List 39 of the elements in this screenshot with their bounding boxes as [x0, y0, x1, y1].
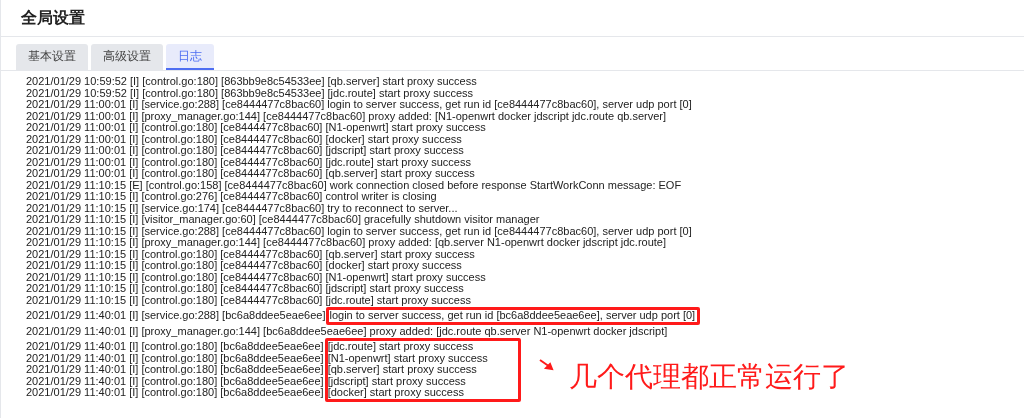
- log-line: 2021/01/29 11:00:01 [I] [control.go:180] [ce8444477c8bac60] [jdc.route] start proxy success: [26, 156, 471, 168]
- log-message: [jdscript] start proxy success: [327, 375, 467, 387]
- log-line: 2021/01/29 11:40:01 [I] [proxy_manager.go:144] [bc6a8ddee5eae6ee] proxy added: [jdc.route qb.server N1-openwrt docker jdscript]: [26, 325, 668, 337]
- log-line: 2021/01/29 11:40:01 [I] [control.go:180] [bc6a8ddee5eae6ee]: [26, 341, 324, 353]
- tab[interactable]: 基本设置: [16, 44, 88, 70]
- page-title: 全局设置: [21, 8, 85, 28]
- tab[interactable]: 日志: [166, 44, 214, 70]
- log-line: 2021/01/29 11:00:01 [I] [service.go:288] [ce8444477c8bac60] login to server success, get run id [ce8444477c8bac60], server udp port [0]: [26, 99, 692, 111]
- log-line: 2021/01/29 10:59:52 [I] [control.go:180] [863bb9e8c54533ee] [qb.server] start proxy success: [26, 76, 477, 88]
- tab[interactable]: 高级设置: [91, 44, 163, 70]
- log-line: 2021/01/29 11:10:15 [E] [control.go:158] [ce8444477c8bac60] work connection closed before response StartWorkConn message: EOF: [26, 179, 682, 191]
- log-message: [N1-openwrt] start proxy success: [327, 352, 488, 364]
- log-line: 2021/01/29 11:10:15 [I] [control.go:180] [ce8444477c8bac60] [docker] start proxy success: [26, 260, 462, 272]
- log-line: 2021/01/29 11:40:01 [I] [control.go:180] [bc6a8ddee5eae6ee]: [26, 387, 324, 399]
- log-line: 2021/01/29 11:10:15 [I] [control.go:180] [ce8444477c8bac60] [N1-openwrt] start proxy success: [26, 271, 486, 283]
- arrow-icon: [538, 358, 555, 371]
- log-message: [docker] start proxy success: [327, 387, 465, 399]
- log-line: 2021/01/29 10:59:52 [I] [control.go:180] [863bb9e8c54533ee] [jdc.route] start proxy success: [26, 87, 474, 99]
- log-message: login to server success, get run id [bc6a8ddee5eae6ee], server udp port [0]: [329, 310, 696, 322]
- log-line: 2021/01/29 11:10:15 [I] [control.go:180] [ce8444477c8bac60] [qb.server] start proxy success: [26, 248, 475, 260]
- log-line: 2021/01/29 11:10:15 [I] [visitor_manager.go:60] [ce8444477c8bac60] gracefully shutdown visitor manager: [26, 214, 540, 226]
- log-message: [qb.server] start proxy success: [327, 364, 478, 376]
- log-line: 2021/01/29 11:00:01 [I] [control.go:180] [ce8444477c8bac60] [qb.server] start proxy success: [26, 168, 475, 180]
- log-line: 2021/01/29 11:10:15 [I] [control.go:180] [ce8444477c8bac60] [jdscript] start proxy success: [26, 283, 464, 295]
- log-line: 2021/01/29 11:10:15 [I] [proxy_manager.go:144] [ce8444477c8bac60] proxy added: [qb.server N1-openwrt docker jdscript jdc.route]: [26, 237, 667, 249]
- log-line: 2021/01/29 11:10:15 [I] [control.go:276] [ce8444477c8bac60] control writer is closing: [26, 191, 437, 203]
- log-line: 2021/01/29 11:40:01 [I] [control.go:180] [bc6a8ddee5eae6ee]: [26, 375, 324, 387]
- log-line: 2021/01/29 11:10:15 [I] [service.go:288] [ce8444477c8bac60] login to server success, get run id [ce8444477c8bac60], server udp port [0]: [26, 225, 692, 237]
- log-line: 2021/01/29 11:00:01 [I] [control.go:180] [ce8444477c8bac60] [jdscript] start proxy success: [26, 145, 464, 157]
- log-line: 2021/01/29 11:00:01 [I] [control.go:180] [ce8444477c8bac60] [docker] start proxy success: [26, 133, 462, 145]
- log-line: 2021/01/29 11:40:01 [I] [service.go:288] [bc6a8ddee5eae6ee]: [26, 310, 326, 322]
- log-line: 2021/01/29 11:40:01 [I] [control.go:180] [bc6a8ddee5eae6ee]: [26, 364, 324, 376]
- log-line: 2021/01/29 11:00:01 [I] [control.go:180] [ce8444477c8bac60] [N1-openwrt] start proxy success: [26, 122, 486, 134]
- log-line: 2021/01/29 11:10:15 [I] [control.go:180] [ce8444477c8bac60] [jdc.route] start proxy success: [26, 294, 471, 306]
- annotation-note: 几个代理都正常运行了: [568, 360, 849, 393]
- log-line: 2021/01/29 11:40:01 [I] [control.go:180] [bc6a8ddee5eae6ee]: [26, 352, 324, 364]
- log-line: 2021/01/29 11:00:01 [I] [proxy_manager.go:144] [ce8444477c8bac60] proxy added: [N1-openwrt docker jdscript jdc.route qb.server]: [26, 110, 667, 122]
- log-message: [jdc.route] start proxy success: [327, 341, 475, 353]
- log-line: 2021/01/29 11:10:15 [I] [service.go:174] [ce8444477c8bac60] try to reconnect to server...: [26, 202, 458, 214]
